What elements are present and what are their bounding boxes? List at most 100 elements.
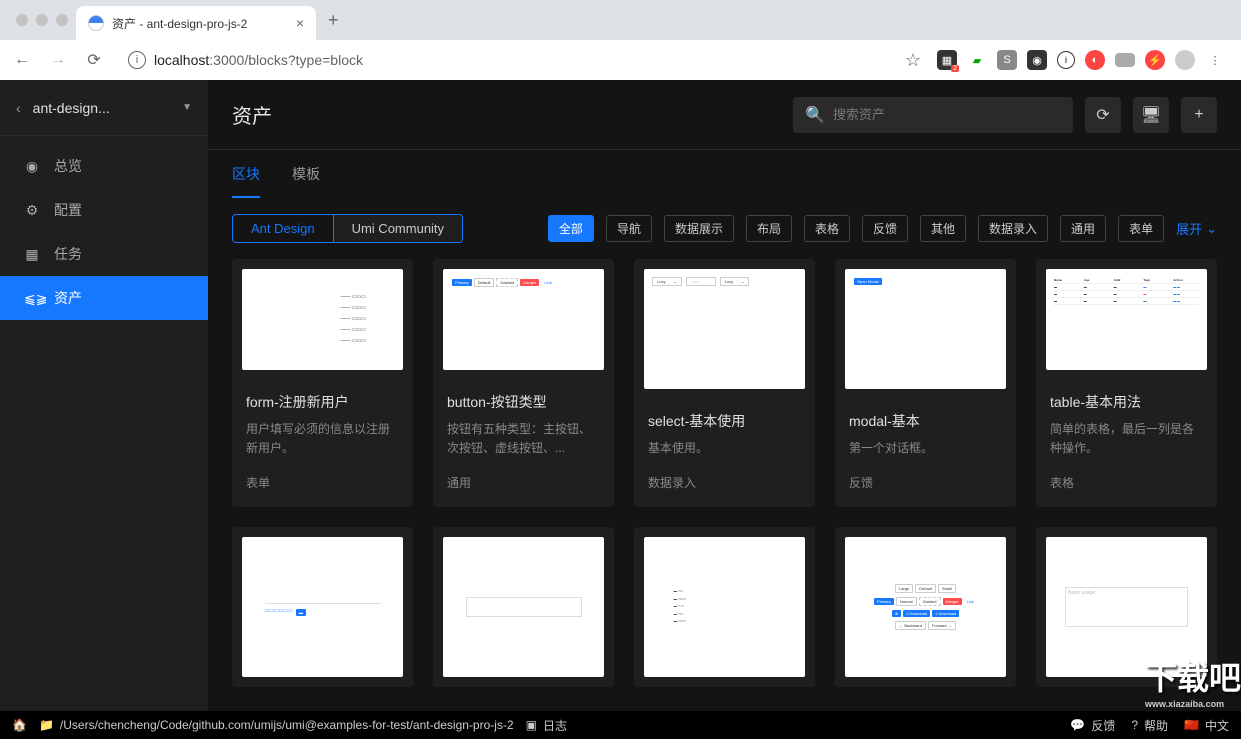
main-content: 资产 🔍 ⟳ 🖥 + 区块 模板 Ant Design Umi Communit… bbox=[208, 80, 1241, 711]
sidebar-item-tasks[interactable]: ▦ 任务 bbox=[0, 232, 208, 276]
tag-feedback[interactable]: 反馈 bbox=[862, 215, 908, 242]
extension-icon[interactable]: ▰ bbox=[967, 50, 987, 70]
sidebar-item-config[interactable]: ⚙ 配置 bbox=[0, 188, 208, 232]
card-tag: 表单 bbox=[246, 474, 399, 491]
chevron-left-icon: ‹ bbox=[16, 100, 21, 116]
card-tag: 数据录入 bbox=[648, 474, 801, 491]
sidebar-item-label: 总览 bbox=[54, 156, 82, 176]
card-thumbnail: Open Modal bbox=[845, 269, 1006, 389]
project-icon: ▦ bbox=[24, 246, 40, 263]
help-button[interactable]: ? 帮助 bbox=[1131, 717, 1168, 734]
search-input[interactable] bbox=[833, 107, 1061, 122]
sidebar-item-assets[interactable]: ⫹⫺ 资产 bbox=[0, 276, 208, 320]
reload-icon: ⟳ bbox=[1096, 105, 1109, 125]
block-card[interactable]: Open Modal modal-基本 第一个对话框。 反馈 bbox=[835, 259, 1016, 507]
source-umi[interactable]: Umi Community bbox=[334, 215, 462, 242]
refresh-button[interactable]: ⟳ bbox=[1085, 97, 1121, 133]
block-card[interactable]: NameAgeAddrTagsAction ▬▬▬▬▬ ▬ ▬▬▬▬▬ ▬ ▬▬… bbox=[1036, 259, 1217, 507]
extension-icon[interactable]: ▦2 bbox=[937, 50, 957, 70]
main-header: 资产 🔍 ⟳ 🖥 + bbox=[208, 80, 1241, 150]
card-description: 简单的表格，最后一列是各种操作。 bbox=[1050, 420, 1203, 458]
log-button[interactable]: ▣ 日志 bbox=[526, 717, 567, 734]
source-antdesign[interactable]: Ant Design bbox=[233, 215, 334, 242]
sidebar-item-label: 任务 bbox=[54, 244, 82, 264]
card-thumbnail: ▭▭▭▭▭▭▬ bbox=[242, 537, 403, 677]
search-icon: 🔍 bbox=[805, 105, 825, 125]
card-tag: 表格 bbox=[1050, 474, 1203, 491]
main-tabs: 区块 模板 bbox=[208, 150, 1241, 198]
extension-icon[interactable]: i bbox=[1057, 51, 1075, 69]
block-card[interactable]: LargeDefaultSmallPrimaryNormalDashedDang… bbox=[835, 527, 1016, 687]
url-text: localhost:3000/blocks?type=block bbox=[154, 52, 363, 68]
extension-icon[interactable]: ◉ bbox=[1027, 50, 1047, 70]
browser-tab[interactable]: 资产 - ant-design-pro-js-2 × bbox=[76, 6, 316, 40]
sidebar-item-label: 配置 bbox=[54, 200, 82, 220]
new-tab-button[interactable]: + bbox=[316, 10, 351, 31]
minimize-window-button[interactable] bbox=[36, 14, 48, 26]
home-icon[interactable]: 🏠 bbox=[12, 718, 27, 732]
block-icon: ⫹⫺ bbox=[24, 290, 40, 307]
status-bar: 🏠 📁 /Users/chencheng/Code/github.com/umi… bbox=[0, 711, 1241, 739]
extension-icon[interactable]: ⚡ bbox=[1145, 50, 1165, 70]
card-thumbnail: ▬ ▭▭▬ ▭▭▭▬ ▭ ▭▬ ▭▭▬ ▭▭▭ bbox=[644, 537, 805, 677]
tag-general[interactable]: 通用 bbox=[1060, 215, 1106, 242]
feedback-button[interactable]: 💬 反馈 bbox=[1070, 717, 1115, 734]
profile-avatar-icon[interactable] bbox=[1175, 50, 1195, 70]
tag-layout[interactable]: 布局 bbox=[746, 215, 792, 242]
card-title: select-基本使用 bbox=[648, 411, 801, 431]
reload-button[interactable]: ⟳ bbox=[80, 46, 108, 74]
block-card[interactable]: ▭▭▭▭▭▭▬ bbox=[232, 527, 413, 687]
tag-all[interactable]: 全部 bbox=[548, 215, 594, 242]
project-name: ant-design... bbox=[33, 100, 170, 116]
close-window-button[interactable] bbox=[16, 14, 28, 26]
tab-bar: 资产 - ant-design-pro-js-2 × + bbox=[0, 0, 1241, 40]
lang-button[interactable]: 🇨🇳 中文 bbox=[1184, 717, 1229, 734]
message-icon: 💬 bbox=[1070, 718, 1085, 732]
project-selector[interactable]: ‹ ant-design... ▼ bbox=[0, 80, 208, 136]
close-tab-icon[interactable]: × bbox=[296, 15, 304, 31]
tag-data-entry[interactable]: 数据录入 bbox=[978, 215, 1048, 242]
tab-blocks[interactable]: 区块 bbox=[232, 164, 260, 198]
sidebar-item-overview[interactable]: ◉ 总览 bbox=[0, 144, 208, 188]
card-description: 第一个对话框。 bbox=[849, 439, 1002, 458]
tag-other[interactable]: 其他 bbox=[920, 215, 966, 242]
card-description: 基本使用。 bbox=[648, 439, 801, 458]
block-card[interactable]: —— ▭▭▭—— ▭▭▭—— ▭▭▭—— ▭▭▭—— ▭▭▭ form-注册新用… bbox=[232, 259, 413, 507]
terminal-path[interactable]: 📁 /Users/chencheng/Code/github.com/umijs… bbox=[39, 718, 514, 732]
tag-data-display[interactable]: 数据展示 bbox=[664, 215, 734, 242]
back-button[interactable]: ← bbox=[8, 46, 36, 74]
layout-icon: 🖥 bbox=[1141, 105, 1161, 125]
chevron-down-icon: ⌄ bbox=[1206, 221, 1217, 237]
extension-icon[interactable]: S bbox=[997, 50, 1017, 70]
extension-icon[interactable] bbox=[1115, 53, 1135, 67]
block-card[interactable]: PrimaryDefaultDashedDangerLink button-按钮… bbox=[433, 259, 614, 507]
sidebar-menu: ◉ 总览 ⚙ 配置 ▦ 任务 ⫹⫺ 资产 bbox=[0, 136, 208, 320]
tag-form[interactable]: 表单 bbox=[1118, 215, 1164, 242]
url-field[interactable]: i localhost:3000/blocks?type=block bbox=[116, 45, 897, 75]
app-root: ‹ ant-design... ▼ ◉ 总览 ⚙ 配置 ▦ 任务 ⫹⫺ 资产 bbox=[0, 80, 1241, 711]
block-card[interactable]: ▬ ▭▭▬ ▭▭▭▬ ▭ ▭▬ ▭▭▬ ▭▭▭ bbox=[634, 527, 815, 687]
layout-button[interactable]: 🖥 bbox=[1133, 97, 1169, 133]
extension-icon[interactable]: ◐ bbox=[1085, 50, 1105, 70]
card-title: button-按钮类型 bbox=[447, 392, 600, 412]
add-button[interactable]: + bbox=[1181, 97, 1217, 133]
tab-templates[interactable]: 模板 bbox=[292, 164, 320, 198]
bookmark-star-icon[interactable]: ☆ bbox=[905, 50, 921, 71]
forward-button[interactable]: → bbox=[44, 46, 72, 74]
tag-table[interactable]: 表格 bbox=[804, 215, 850, 242]
card-thumbnail bbox=[443, 537, 604, 677]
block-card[interactable] bbox=[433, 527, 614, 687]
card-description: 用户填写必须的信息以注册新用户。 bbox=[246, 420, 399, 458]
maximize-window-button[interactable] bbox=[56, 14, 68, 26]
sliders-icon: ⚙ bbox=[24, 202, 40, 219]
search-box[interactable]: 🔍 bbox=[793, 97, 1073, 133]
block-card[interactable]: Lucy ⌄Lucy ⌄Lucy ⌄ select-基本使用 基本使用。 数据录… bbox=[634, 259, 815, 507]
window-controls bbox=[8, 14, 76, 26]
site-info-icon[interactable]: i bbox=[128, 51, 146, 69]
browser-menu-icon[interactable]: ⋮ bbox=[1205, 50, 1225, 70]
source-toggle: Ant Design Umi Community bbox=[232, 214, 463, 243]
filters-row: Ant Design Umi Community 全部 导航 数据展示 布局 表… bbox=[208, 198, 1241, 259]
tag-nav[interactable]: 导航 bbox=[606, 215, 652, 242]
expand-button[interactable]: 展开 ⌄ bbox=[1176, 219, 1217, 238]
block-card[interactable]: Basic usage bbox=[1036, 527, 1217, 687]
